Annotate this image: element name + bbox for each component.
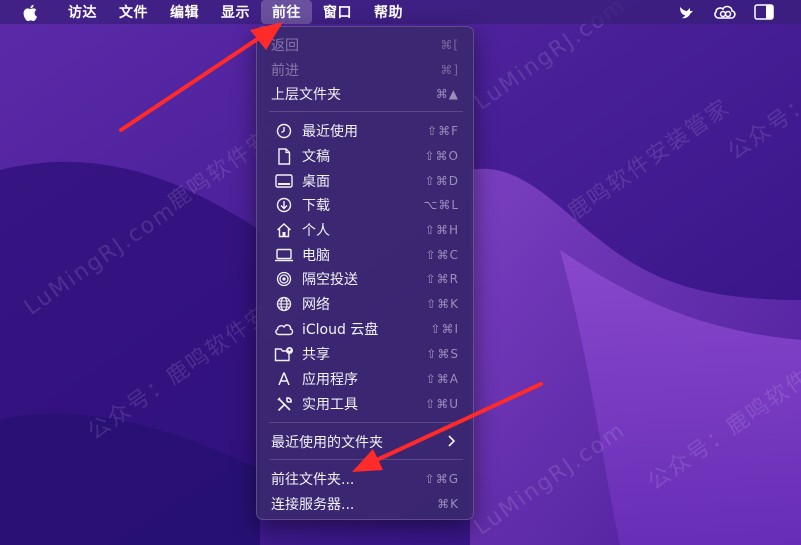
annotation-overlay (119, 22, 543, 472)
red-arrow-annotation (119, 22, 283, 132)
red-arrow-annotation (352, 382, 543, 472)
